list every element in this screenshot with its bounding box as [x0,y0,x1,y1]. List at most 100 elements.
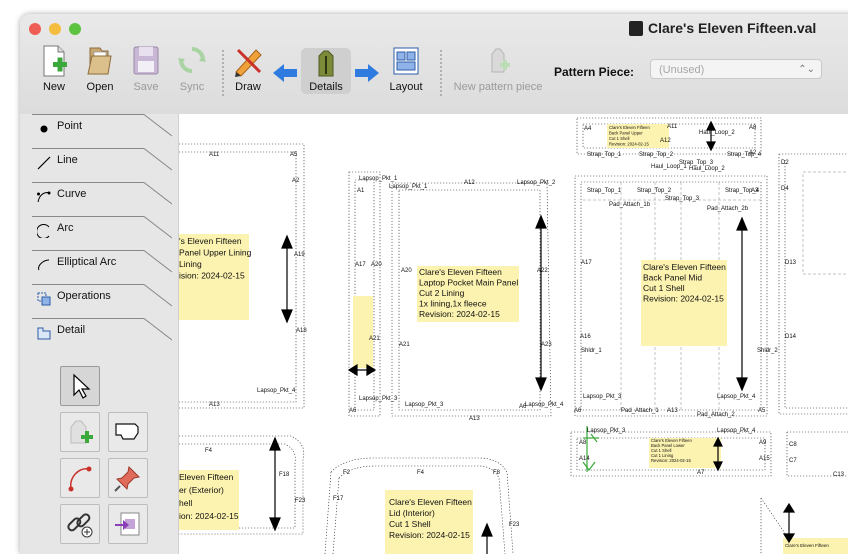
point-label: Pad_Attach_1 [621,408,659,414]
point-label: F23 [509,522,520,528]
open-button[interactable]: Open [82,44,118,93]
pattern-piece-value: (Unused) [659,64,705,76]
sync-button[interactable]: Sync [174,44,210,93]
elliptical-arc-icon [38,259,50,271]
piece-note-line: Revision: 2024-02-15 [609,142,649,147]
piece-note-line: 's Eleven Fifteen [179,236,242,246]
point-label: C13 [833,472,845,478]
tab-operations[interactable]: Operations [32,284,172,318]
pattern-piece-label: Pattern Piece: [554,65,635,79]
point-label: A17 [355,262,366,268]
pattern-piece-select[interactable]: (Unused) ⌃⌄ [650,59,822,79]
point-label: A6 [574,408,582,414]
point-label: F8 [493,470,501,476]
tab-curve-label: Curve [57,188,87,200]
point-label: D14 [785,334,797,340]
point-label: Lapsop_Pkt_4 [257,388,296,394]
close-window-button[interactable] [29,23,41,35]
piece-note-line: Revision: 2024-02-15 [389,530,470,540]
point-label: A4 [584,126,592,132]
pointer-tool[interactable] [60,366,100,406]
pattern-canvas[interactable]: 's Eleven Fifteen Panel Upper Lining Linin… [178,114,848,554]
tab-detail-label: Detail [57,324,86,336]
point-label: Strap_Top_2 [639,152,674,158]
pin-tool[interactable] [108,458,148,498]
tab-elliptical-arc[interactable]: Elliptical Arc [32,250,172,284]
point-label: A14 [579,456,590,462]
curve-path-tool[interactable] [60,458,100,498]
piece-note-line: Back Panel Upper [609,131,643,136]
piece-note-line: er (Exterior) [179,485,224,495]
tab-point[interactable]: Point [32,114,172,148]
point-label: Lapsop_Pkt_2 [517,180,556,186]
details-mode-button[interactable]: Details [301,48,351,94]
save-floppy-icon [133,46,159,75]
piece-note-line: Cut 1 Shell [609,136,630,141]
point-label: A6 [349,408,357,414]
point-label: D13 [785,260,797,266]
piece-note-line: Clare's Eleven Fifteen [419,267,502,277]
point-label: C7 [789,458,797,464]
link-icon [67,513,93,538]
new-document-icon [43,45,67,77]
tab-detail[interactable]: Detail [32,318,172,352]
point-label: A13 [469,416,480,422]
open-folder-icon [87,47,112,75]
pointer-arrow-icon [73,373,91,399]
tab-line[interactable]: Line [32,148,172,182]
point-label: Pad_Attach_2b [707,206,749,212]
point-label: Lapsop_Pkt_3 [583,394,622,400]
add-piece-tool[interactable] [60,412,100,452]
arc-icon [37,224,50,238]
point-label: A20 [371,262,382,268]
toolbar-separator [222,50,224,96]
save-button[interactable]: Save [128,44,164,93]
point-label: F4 [417,470,425,476]
point-label: Shldr_1 [581,348,602,354]
pattern-pieces-drawing[interactable]: 's Eleven Fifteen Panel Upper LiningLinin… [179,114,848,554]
union-tool[interactable] [108,412,148,452]
layout-icon [393,47,419,75]
new-pattern-piece-label: New pattern piece [453,81,543,93]
layout-mode-button[interactable]: Layout [386,44,426,93]
new-pattern-piece-button[interactable]: New pattern piece [452,44,544,93]
tab-curve[interactable]: Curve [32,182,172,216]
piece-note-line: Clare's Eleven Fifteen [643,262,726,272]
point-label: A11 [209,152,220,158]
app-window: Clare's Eleven Fifteen.val New Open Save… [20,14,848,554]
sync-label: Sync [179,81,205,93]
layout-label: Layout [389,81,423,93]
point-label: Haul_Loop_2 [689,166,725,172]
point-label: F17 [333,496,344,502]
point-label: Haul_Loop_2 [699,130,735,136]
details-label: Details [309,81,343,93]
minimize-window-button[interactable] [49,23,61,35]
line-icon [37,156,51,170]
link-tool[interactable] [60,504,100,544]
new-button[interactable]: New [36,44,72,93]
piece-note-line: Revision: 2024-02-15 [643,294,724,304]
point-label: Strap_Top_3 [665,196,700,202]
curve-icon [37,191,51,203]
open-label: Open [86,81,114,93]
zoom-window-button[interactable] [69,23,81,35]
draw-mode-button[interactable]: Draw [230,44,266,93]
point-label: Lapsop_Pkt_1 [389,184,428,190]
sync-icon [178,47,206,73]
piece-note-line: Clare's Eleven Fifteen [609,125,651,130]
tab-operations-label: Operations [57,290,111,302]
tab-arc[interactable]: Arc [32,216,172,250]
piece-note-line: Cut 2 Lining [419,288,465,298]
piece-note-line: Revision: 2024-02-15 [651,458,691,463]
export-tool[interactable] [108,504,148,544]
point-label: A18 [296,328,307,334]
piece-note-line: hell [179,498,192,508]
point-label: A21 [369,336,380,342]
window-title: Clare's Eleven Fifteen.val [648,20,817,36]
tab-elliptical-arc-label: Elliptical Arc [57,256,117,268]
point-label: A17 [581,260,592,266]
point-label: Lapsop_Pkt_4 [717,394,756,400]
point-label: Lapsop_Pkt_4 [525,402,564,408]
title-toolbar: Clare's Eleven Fifteen.val New Open Save… [20,14,848,115]
point-label: A5 [758,408,766,414]
